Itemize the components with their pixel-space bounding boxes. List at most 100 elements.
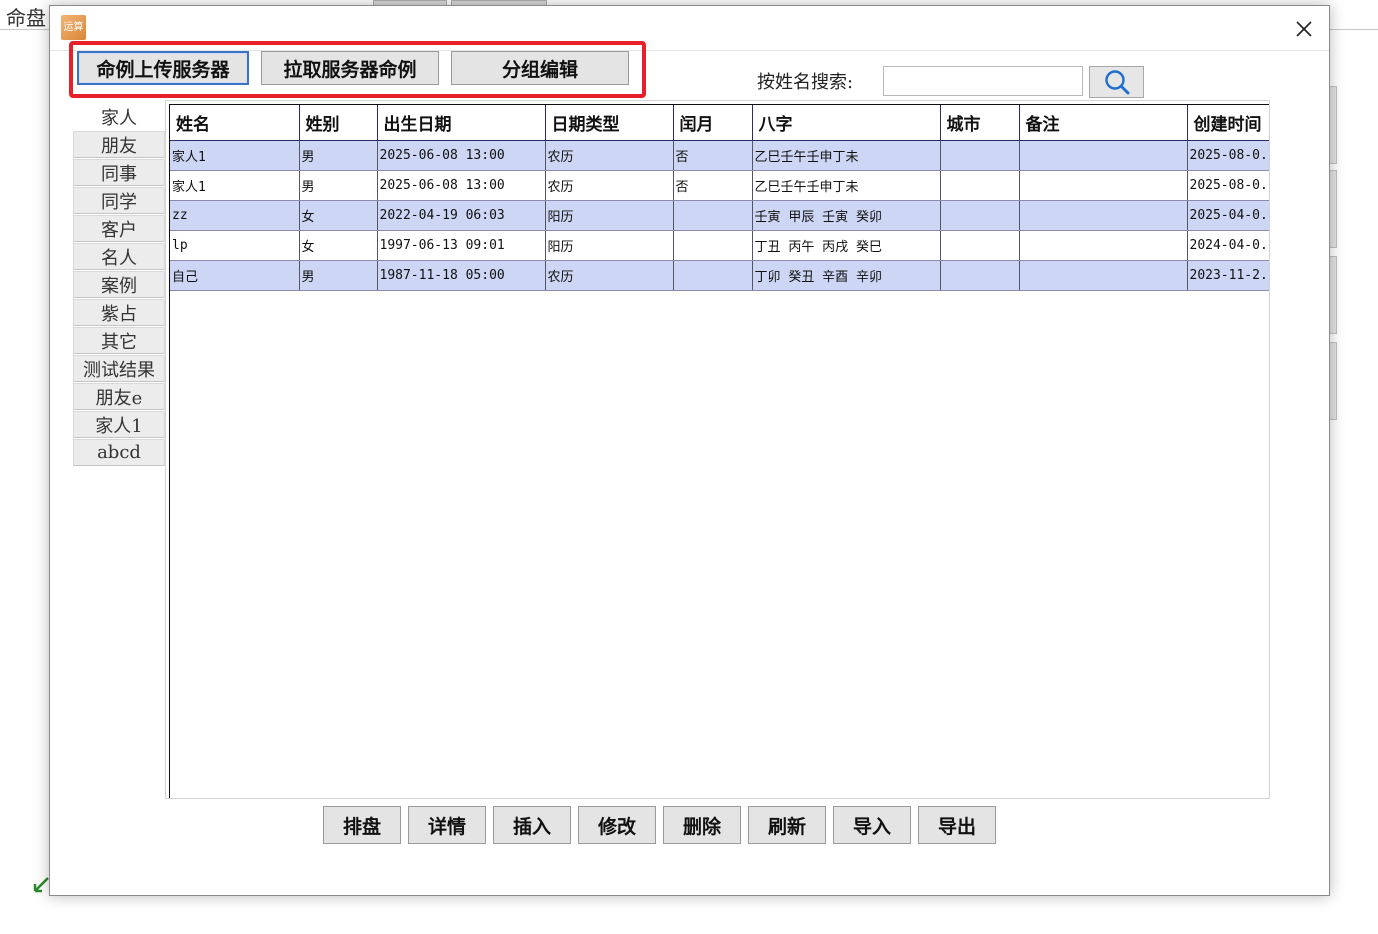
group-item[interactable]: 家人1 <box>73 411 165 438</box>
table-cell <box>940 200 1020 231</box>
column-header[interactable]: 创建时间 <box>1187 105 1269 141</box>
table-row[interactable]: 家人1 男 2025-06-08 13:00 农历否乙巳壬午壬申丁未 2025-08-0… <box>170 170 1269 201</box>
refresh-button[interactable]: 刷新 <box>748 806 826 844</box>
export-button[interactable]: 导出 <box>918 806 996 844</box>
table-cell: 家人1 <box>170 170 300 201</box>
bottom-toolbar: 排盘 详情 插入 修改 删除 刷新 导入 导出 <box>323 806 996 844</box>
table-cell: 阳历 <box>545 230 674 261</box>
group-item[interactable]: 客户 <box>73 215 165 242</box>
table-cell: 2022-04-19 06:03 <box>377 200 546 231</box>
table-cell: lp <box>170 230 300 261</box>
table-cell: 2025-08-0. <box>1187 140 1269 171</box>
group-item[interactable]: abcd <box>73 439 165 466</box>
arrow-icon <box>33 877 49 893</box>
table-cell: 2023-11-2. <box>1187 260 1269 291</box>
column-header[interactable]: 姓名 <box>170 105 300 141</box>
column-header[interactable]: 八字 <box>752 105 941 141</box>
table-cell: 1987-11-18 05:00 <box>377 260 546 291</box>
background-side-button <box>1329 342 1337 420</box>
table-cell: 2025-04-0. <box>1187 200 1269 231</box>
table-cell <box>940 170 1020 201</box>
delete-button[interactable]: 删除 <box>663 806 741 844</box>
case-table-container: 姓名 姓别 出生日期 日期类型 闰月 八字 城市 备注 创建时间 家人1 男 2025-06-08 … <box>165 100 1270 799</box>
group-edit-button[interactable]: 分组编辑 <box>451 51 629 85</box>
search-icon <box>1104 70 1129 95</box>
background-side-button <box>1329 86 1337 164</box>
table-cell: 男 <box>299 260 378 291</box>
background-side-button <box>1329 170 1337 248</box>
table-cell <box>1019 230 1188 261</box>
details-button[interactable]: 详情 <box>408 806 486 844</box>
app-icon: 运算 <box>61 15 86 40</box>
column-header[interactable]: 出生日期 <box>377 105 546 141</box>
table-cell: 2024-04-0. <box>1187 230 1269 261</box>
table-cell: 家人1 <box>170 140 300 171</box>
modify-button[interactable]: 修改 <box>578 806 656 844</box>
group-list: 家人 朋友 同事 同学 客户 名人 案例 紫占 其它 测试结果 朋友e 家人1 abcd <box>73 103 165 467</box>
table-cell <box>673 260 753 291</box>
table-cell <box>1019 200 1188 231</box>
table-cell: 否 <box>673 140 753 171</box>
column-header[interactable]: 姓别 <box>299 105 378 141</box>
table-cell: 男 <box>299 140 378 171</box>
table-cell: 壬寅 甲辰 壬寅 癸卯 <box>752 200 941 231</box>
group-item[interactable]: 案例 <box>73 271 165 298</box>
table-cell: zz <box>170 200 300 231</box>
table-cell: 农历 <box>545 140 674 171</box>
table-header-row: 姓名 姓别 出生日期 日期类型 闰月 八字 城市 备注 创建时间 <box>170 105 1269 141</box>
group-item[interactable]: 紫占 <box>73 299 165 326</box>
column-header[interactable]: 日期类型 <box>545 105 674 141</box>
import-button[interactable]: 导入 <box>833 806 911 844</box>
table-cell: 2025-08-0. <box>1187 170 1269 201</box>
table-row[interactable]: 自己男 1987-11-18 05:00 农历 丁卯 癸丑 辛酉 辛卯 2023-11-… <box>170 260 1269 291</box>
group-item[interactable]: 同事 <box>73 159 165 186</box>
case-table: 姓名 姓别 出生日期 日期类型 闰月 八字 城市 备注 创建时间 家人1 男 2025-06-08 … <box>170 105 1269 291</box>
table-row[interactable]: zz 女 2022-04-19 06:03 阳历 壬寅 甲辰 壬寅 癸卯 2025-04-… <box>170 200 1269 231</box>
table-cell: 农历 <box>545 170 674 201</box>
column-header[interactable]: 城市 <box>940 105 1020 141</box>
table-cell: 男 <box>299 170 378 201</box>
column-header[interactable]: 闰月 <box>673 105 753 141</box>
insert-button[interactable]: 插入 <box>493 806 571 844</box>
table-row[interactable]: lp 女 1997-06-13 09:01 阳历 丁丑 丙午 丙戌 癸巳 2024-04-… <box>170 230 1269 261</box>
close-icon[interactable] <box>1290 16 1318 42</box>
group-item[interactable]: 朋友 <box>73 131 165 158</box>
group-item[interactable]: 同学 <box>73 187 165 214</box>
table-cell: 农历 <box>545 260 674 291</box>
table-cell: 否 <box>673 170 753 201</box>
table-cell <box>940 260 1020 291</box>
search-input[interactable] <box>883 66 1083 96</box>
group-item[interactable]: 其它 <box>73 327 165 354</box>
case-manager-dialog: 运算 命例上传服务器 拉取服务器命例 分组编辑 按姓名搜索: 家人 朋友 同事 同学客… <box>49 5 1330 896</box>
upload-to-server-button[interactable]: 命例上传服务器 <box>77 51 249 85</box>
table-cell: 阳历 <box>545 200 674 231</box>
table-cell: 乙巳壬午壬申丁未 <box>752 140 941 171</box>
search-button[interactable] <box>1089 66 1144 98</box>
column-header[interactable]: 备注 <box>1019 105 1188 141</box>
table-cell: 自己 <box>170 260 300 291</box>
group-item[interactable]: 朋友e <box>73 383 165 410</box>
table-row[interactable]: 家人1 男 2025-06-08 13:00 农历否乙巳壬午壬申丁未 2025-08-0… <box>170 140 1269 171</box>
table-cell <box>1019 260 1188 291</box>
table-cell <box>940 140 1020 171</box>
table-cell <box>940 230 1020 261</box>
table-cell: 丁丑 丙午 丙戌 癸巳 <box>752 230 941 261</box>
table-cell <box>673 200 753 231</box>
table-cell <box>673 230 753 261</box>
table-cell: 女 <box>299 200 378 231</box>
search-label: 按姓名搜索: <box>757 72 854 93</box>
table-cell: 丁卯 癸丑 辛酉 辛卯 <box>752 260 941 291</box>
background-side-button <box>1329 256 1337 334</box>
table-cell: 乙巳壬午壬申丁未 <box>752 170 941 201</box>
table-cell: 女 <box>299 230 378 261</box>
group-item[interactable]: 名人 <box>73 243 165 270</box>
group-item[interactable]: 家人 <box>73 103 165 130</box>
arrange-chart-button[interactable]: 排盘 <box>323 806 401 844</box>
table-cell: 2025-06-08 13:00 <box>377 170 546 201</box>
pull-from-server-button[interactable]: 拉取服务器命例 <box>261 51 439 85</box>
group-item[interactable]: 测试结果 <box>73 355 165 382</box>
table-cell: 1997-06-13 09:01 <box>377 230 546 261</box>
table-cell <box>1019 140 1188 171</box>
table-cell: 2025-06-08 13:00 <box>377 140 546 171</box>
background-app-title: 命盘 <box>6 6 46 30</box>
